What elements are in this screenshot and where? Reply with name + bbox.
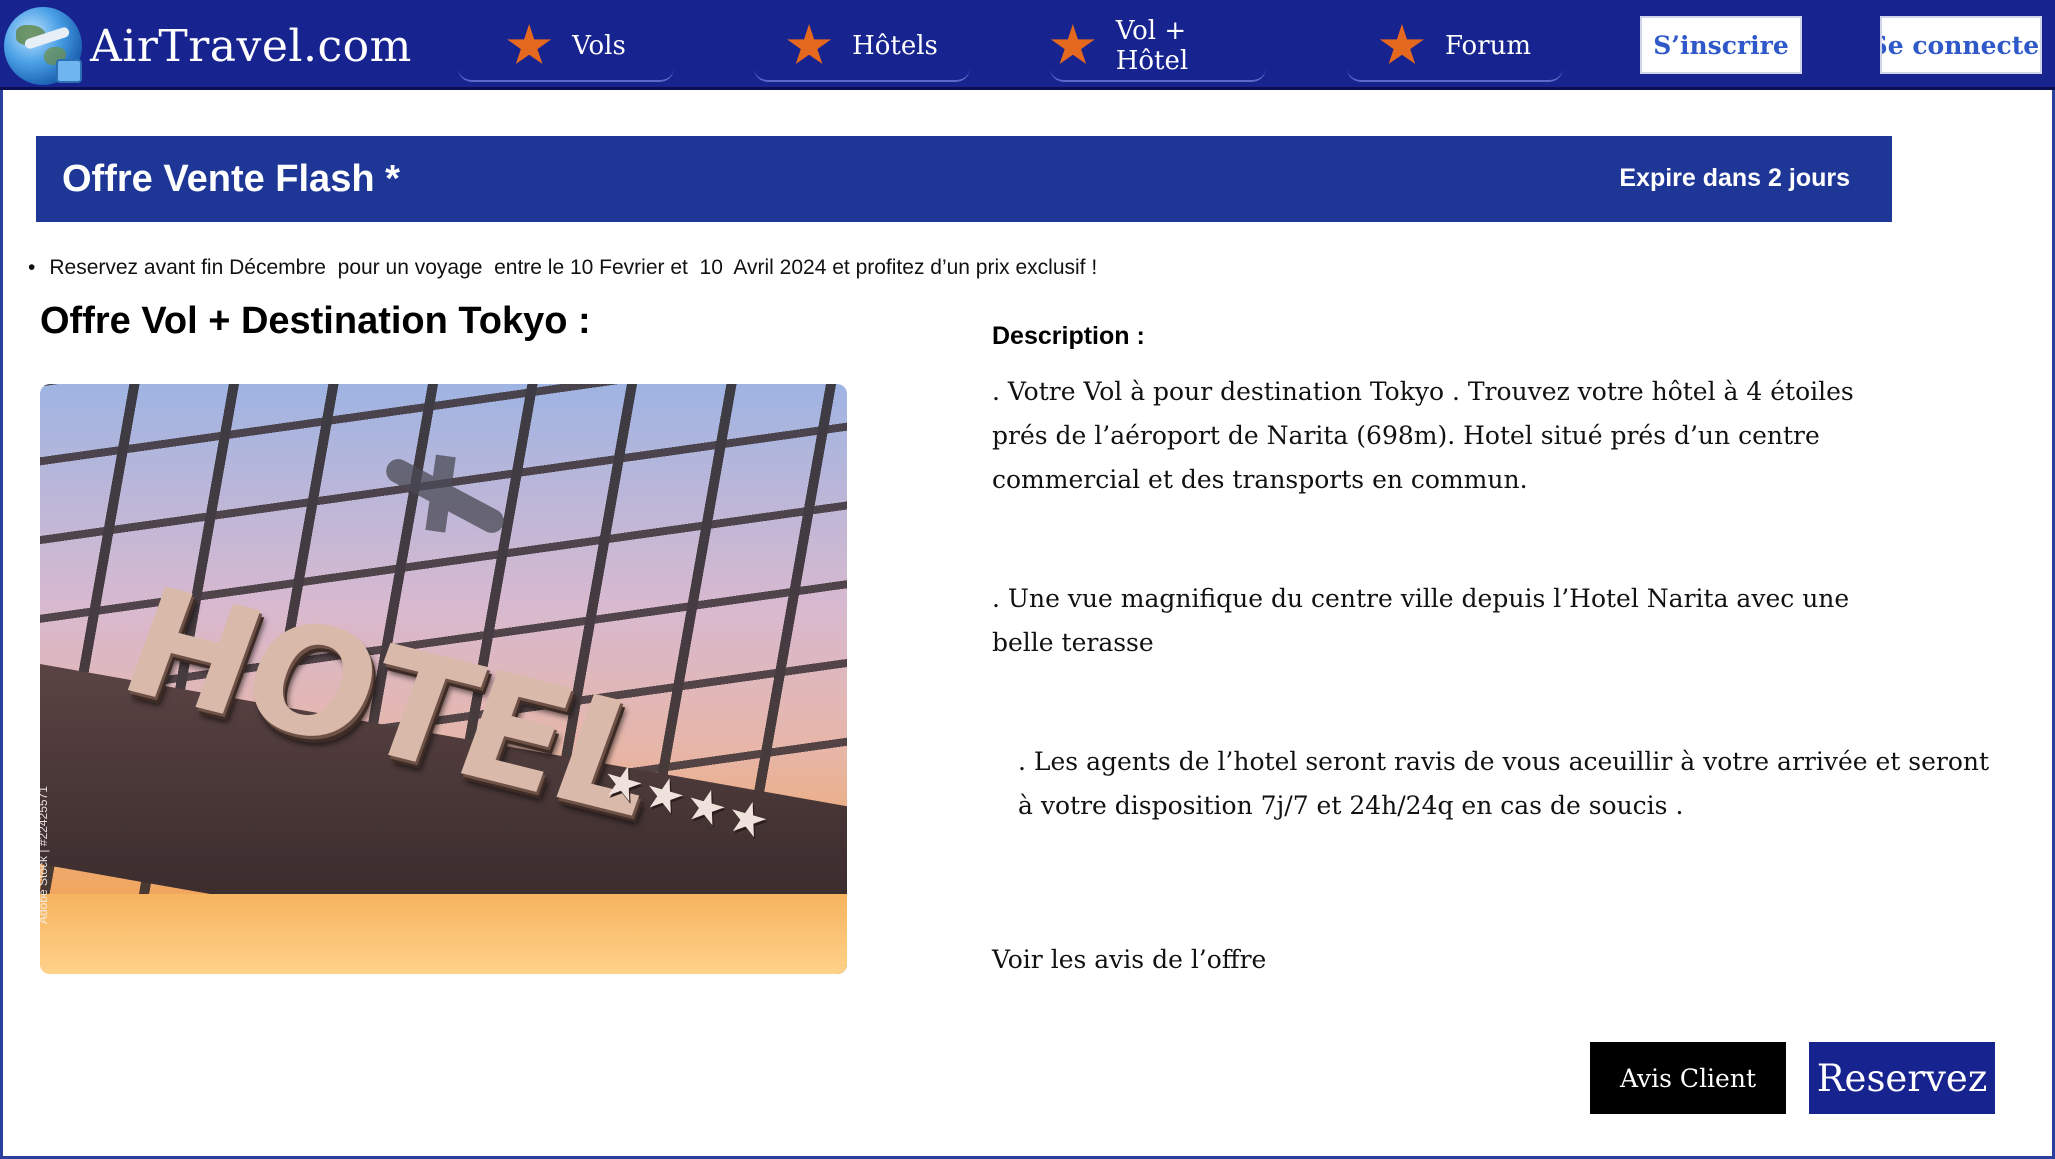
star-icon (786, 24, 832, 65)
description-title: Description : (992, 322, 1145, 350)
star-icon (1050, 24, 1095, 65)
signup-button[interactable]: S’inscrire (1640, 16, 1802, 74)
image-credit: Adobe Stock | #22425571 (40, 786, 50, 924)
offer-conditions: • Reservez avant fin Décembre pour un vo… (28, 256, 1097, 280)
expiry-notice: Expire dans 2 jours (1619, 164, 1850, 192)
login-button[interactable]: Se connecter (1880, 16, 2042, 74)
flash-sale-banner: Offre Vente Flash * Expire dans 2 jours (36, 136, 1892, 222)
offer-conditions-text: Reservez avant fin Décembre pour un voya… (49, 256, 1098, 279)
star-icon (507, 24, 552, 65)
offer-title: Offre Vol + Destination Tokyo : (40, 300, 591, 342)
nav-tab-label: Vol + Hôtel (1115, 16, 1189, 76)
flash-sale-title: Offre Vente Flash * (62, 158, 400, 200)
view-reviews-link[interactable]: Voir les avis de l’offre (992, 945, 1266, 974)
site-logo[interactable]: AirTravel.com (4, 6, 412, 86)
bullet-icon: • (28, 256, 36, 279)
description-paragraph: . Les agents de l’hotel seront ravis de … (1018, 747, 1990, 820)
nav-tab-label: Vols (572, 31, 626, 61)
hotel-photo: HOTEL ★★★★ Adobe Stock | #22425571 (40, 384, 847, 974)
customer-reviews-button[interactable]: Avis Client (1590, 1042, 1786, 1114)
nav-tab-forum[interactable]: Forum (1347, 12, 1563, 82)
nav-tab-vols[interactable]: Vols (458, 12, 674, 82)
description-paragraph: . Votre Vol à pour destination Tokyo . T… (992, 377, 1854, 494)
site-name: AirTravel.com (90, 20, 412, 72)
star-icon (1379, 24, 1425, 65)
nav-tab-label: Forum (1444, 31, 1532, 61)
reserve-button[interactable]: Reservez (1809, 1042, 1995, 1114)
globe-plane-logo-icon (4, 7, 82, 85)
top-navigation-bar: AirTravel.com Vols Hôtels Vol + Hôtel Fo… (0, 0, 2055, 90)
description-paragraph: . Une vue magnifique du centre ville dep… (992, 584, 1850, 657)
nav-tab-label: Hôtels (852, 31, 938, 61)
nav-tab-vol-hotel[interactable]: Vol + Hôtel (1050, 12, 1266, 82)
nav-tab-hotels[interactable]: Hôtels (754, 12, 970, 82)
